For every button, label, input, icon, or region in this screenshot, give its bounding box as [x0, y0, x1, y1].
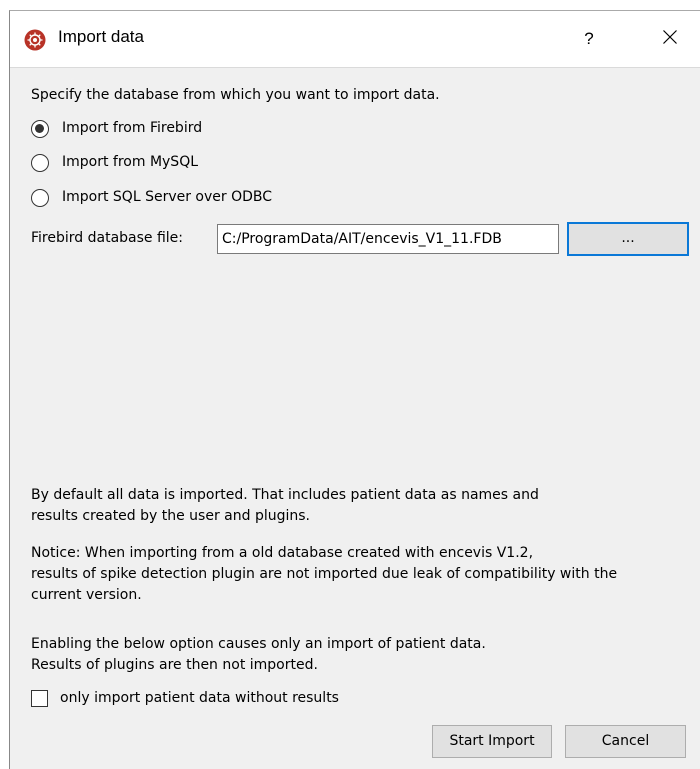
browse-button[interactable]: ... [567, 222, 689, 256]
database-file-input[interactable]: C:/ProgramData/AIT/encevis_V1_11.FDB [217, 224, 559, 254]
help-button[interactable]: ? [572, 23, 606, 55]
source-prompt: Specify the database from which you want… [31, 87, 440, 103]
odbc-radio[interactable] [31, 189, 49, 207]
encevis-app-icon [24, 29, 46, 51]
close-icon [662, 29, 678, 49]
default-info-line: results created by the user and plugins. [31, 508, 310, 524]
mysql-radio[interactable] [31, 154, 49, 172]
firebird-radio-label: Import from Firebird [62, 120, 203, 136]
dialog-body: Specify the database from which you want… [10, 67, 700, 769]
odbc-radio-label: Import SQL Server over ODBC [62, 189, 273, 205]
option-explanation: Enabling the below option causes only an… [31, 634, 486, 676]
notice-line: current version. [31, 587, 142, 603]
cancel-button[interactable]: Cancel [565, 725, 686, 758]
option-info-line: Results of plugins are then not imported… [31, 657, 318, 673]
database-file-label: Firebird database file: [31, 230, 184, 246]
close-button[interactable] [650, 23, 690, 55]
notice-line: results of spike detection plugin are no… [31, 566, 618, 582]
title-bar: Import data ? [10, 11, 700, 67]
patient-only-checkbox[interactable] [31, 690, 48, 707]
default-info-line: By default all data is imported. That in… [31, 487, 539, 503]
firebird-radio[interactable] [31, 120, 49, 138]
page: Import data ? Specify the database from … [0, 0, 700, 769]
default-import-info: By default all data is imported. That in… [31, 485, 539, 527]
compatibility-notice: Notice: When importing from a old databa… [31, 543, 617, 606]
patient-only-label: only import patient data without results [60, 690, 339, 706]
notice-line: Notice: When importing from a old databa… [31, 545, 534, 561]
mysql-radio-label: Import from MySQL [62, 154, 199, 170]
start-import-button[interactable]: Start Import [432, 725, 552, 758]
window-title: Import data [58, 27, 144, 46]
option-info-line: Enabling the below option causes only an… [31, 636, 486, 652]
